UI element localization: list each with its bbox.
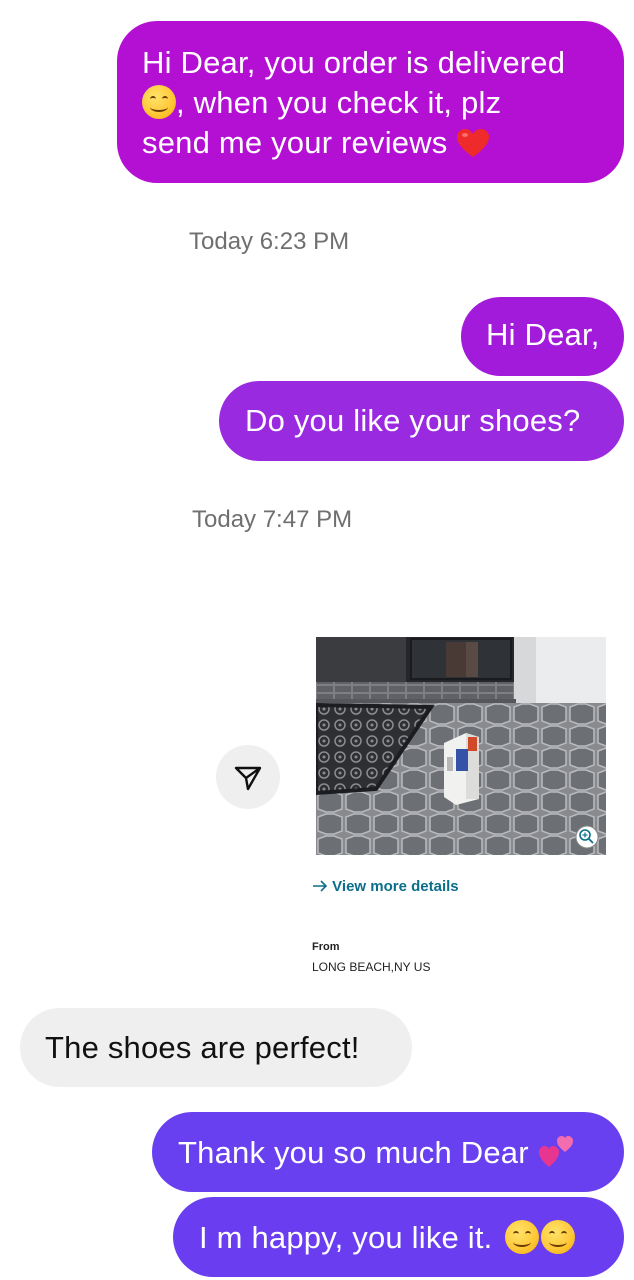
zoom-in-icon[interactable]	[575, 825, 599, 849]
package-on-doorstep-image	[316, 637, 606, 855]
outgoing-message-3[interactable]: Do you like your shoes?	[219, 381, 624, 461]
message-text-line3: send me your reviews	[142, 125, 448, 160]
from-location: LONG BEACH,NY US	[312, 960, 431, 974]
delivery-photo[interactable]	[316, 637, 606, 855]
smiling-face-emoji-icon	[505, 1220, 540, 1254]
red-heart-emoji-icon	[457, 129, 490, 157]
outgoing-message-2[interactable]: Hi Dear,	[461, 297, 624, 376]
from-label: From	[312, 941, 340, 953]
view-more-details-link[interactable]: View more details	[312, 878, 459, 895]
message-text: I m happy, you like it.	[199, 1220, 493, 1255]
share-send-icon	[234, 766, 262, 791]
message-text: The shoes are perfect!	[45, 1030, 360, 1065]
timestamp: Today 6:23 PM	[189, 228, 350, 255]
smiling-face-emoji-icon	[142, 85, 176, 119]
outgoing-message-1[interactable]: Hi Dear, you order is delivered , when y…	[117, 21, 624, 183]
smiling-face-emoji-icon	[541, 1220, 576, 1254]
outgoing-message-6[interactable]: I m happy, you like it.	[173, 1197, 624, 1277]
details-link-label: View more details	[332, 878, 459, 895]
incoming-message[interactable]: The shoes are perfect!	[20, 1008, 412, 1087]
outgoing-message-5[interactable]: Thank you so much Dear	[152, 1112, 624, 1192]
message-text: Do you like your shoes?	[245, 403, 581, 438]
message-text-line2: , when you check it, plz	[176, 85, 502, 120]
share-button[interactable]	[216, 745, 280, 809]
message-text: Hi Dear,	[486, 317, 600, 352]
two-hearts-emoji-icon	[538, 1136, 573, 1167]
timestamp: Today 7:47 PM	[192, 506, 353, 533]
message-text: Thank you so much Dear	[178, 1135, 529, 1170]
message-text-line1: Hi Dear, you order is delivered	[142, 45, 566, 80]
arrow-right-icon	[313, 880, 328, 892]
